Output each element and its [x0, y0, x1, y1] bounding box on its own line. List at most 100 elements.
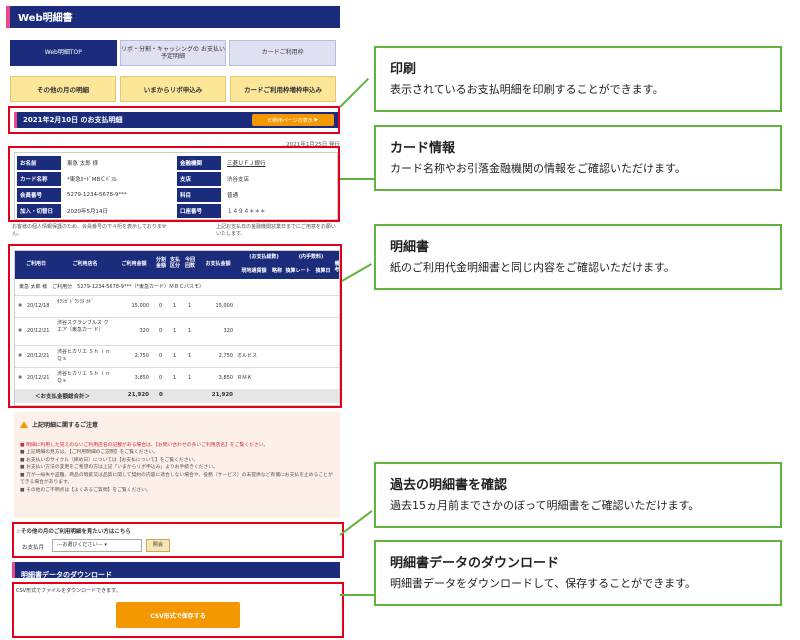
- callout-print: 印刷 表示されているお支払明細を印刷することができます。: [374, 46, 782, 112]
- row-amount: 2,750: [134, 353, 149, 359]
- revolving-apply-button[interactable]: いまからリボ申込み: [120, 76, 226, 102]
- card-info-label: 金融機関: [177, 156, 221, 170]
- connector-line: [339, 78, 369, 108]
- attention-item: ■ 万が一紛失や盗難、商品の瑕疵又は品質に関して契約の内容に適合しない場合や、役…: [20, 472, 333, 486]
- row-pay: 3,850: [218, 375, 233, 381]
- attention-item-text: 上記明細の見方は、【ご利用明細のご説明】をご覧ください。: [26, 450, 158, 456]
- download-title: 明細書データのダウンロード: [21, 571, 112, 579]
- card-info-value: *東急ｶｰﾄﾞMBＣﾊﾞｽﾙ: [67, 177, 117, 183]
- col-rate-date: 換算日: [315, 268, 331, 274]
- row-mark: #: [18, 353, 23, 359]
- warning-icon: [20, 421, 28, 428]
- callout-title: 過去の明細書を確認: [390, 478, 508, 493]
- statement-row: # 20/12/18 ﾎｸｼｶﾞﾄﾞｳｼﾗﾇ ｶﾄﾞ 15,000 0 1 1 …: [15, 295, 339, 317]
- attention-item-text: 万が一紛失や盗難、商品の瑕疵又は品質に関して契約の内容に適合しない場合や、役務（…: [20, 472, 333, 486]
- card-info-value: 普通: [227, 193, 239, 199]
- row-division: 0: [159, 353, 163, 359]
- attention-item-text: お支払い方法の変更をご希望の方は上記「いまからリボ申込み」よりお手続きください。: [26, 465, 218, 471]
- row-division: 0: [159, 303, 163, 309]
- card-info-label: 支店: [177, 172, 221, 186]
- row-kbn: 1: [173, 328, 177, 334]
- attention-item: ■ 上記明細の見方は、【ご利用明細のご説明】をご覧ください。: [20, 450, 158, 456]
- action-buttons: その他の月の明細 いまからリボ申込み カードご利用枠増枠申込み: [10, 76, 336, 102]
- callout-title: カード情報: [390, 141, 456, 156]
- row-store: 渋谷ヒカリエ Ｓｈ ｉｎＱｓ: [57, 349, 111, 362]
- card-info-value[interactable]: 三菱ＵＦＪ銀行: [221, 156, 331, 170]
- connector-line: [339, 510, 373, 536]
- callout-title: 明細書: [390, 240, 430, 255]
- web-statement-page: Web明細書 Web明細TOP リボ・分割・キャッシングの お支払い予定明細 カ…: [6, 6, 344, 638]
- other-months-button[interactable]: その他の月の明細: [10, 76, 116, 102]
- row-count: 1: [188, 375, 192, 381]
- callout-title: 明細書データのダウンロード: [390, 556, 560, 571]
- col-local-currency: 現地通貨額: [241, 268, 267, 274]
- card-info-label: 会員番号: [17, 188, 61, 202]
- row-pay: 15,000: [215, 303, 234, 309]
- row-date: 20/12/21: [27, 328, 50, 334]
- history-selector: ☆その他の月のご利用明細を見たい方はこちら お支払月 ---お選びください---…: [12, 522, 344, 558]
- callout-history: 過去の明細書を確認 過去15ヵ月前までさかのぼって明細書をご確認いただけます。: [374, 462, 782, 528]
- row-date: 20/12/18: [27, 303, 50, 309]
- history-inquiry-button[interactable]: 照会: [146, 539, 170, 552]
- attention-item-text: お支払いのサイクル（締め日）については【お支払について】をご覧ください。: [26, 457, 199, 463]
- row-date: 20/12/21: [27, 353, 50, 359]
- row-kbn: 1: [173, 303, 177, 309]
- limit-increase-button[interactable]: カードご利用枠増枠申込み: [230, 76, 336, 102]
- card-info-row: 加入・切替日 2020年5月14日 口座番号 １４９４＊＊＊: [17, 203, 331, 219]
- csv-save-button[interactable]: CSV形式で保存する: [116, 602, 240, 628]
- callout-description: 表示されているお支払明細を印刷することができます。: [390, 83, 664, 96]
- payment-note: 上記お支払日の金融機関窓業日までにご用意をお願いいたします。: [216, 224, 336, 237]
- col-count: 今回 回数: [184, 257, 195, 269]
- callout-description: 紙のご利用代金明細書と同じ内容をご確認いただけます。: [390, 261, 675, 274]
- row-division: 0: [159, 375, 163, 381]
- attention-list: ■ 明細に利用した覚えのないご利用店名の記載がある場合は、【お問い合わせの多いご…: [20, 442, 334, 494]
- row-store: ﾎｸｼｶﾞﾄﾞｳｼﾗﾇ ｶﾄﾞ: [57, 299, 94, 305]
- statement-row: # 20/12/21 渋谷ヒカリエ Ｓｈ ｉｎＱｓ 3,850 0 1 1 3,…: [15, 367, 339, 389]
- row-kbn: 1: [173, 353, 177, 359]
- card-number-note: お客様の個人情報保護のため、会員番号の下４桁を表示しておりません。: [12, 224, 167, 237]
- payment-month-select[interactable]: ---お選びください--- ▾: [52, 539, 142, 552]
- card-info-value: 5279-1234-5678-9***: [67, 192, 127, 198]
- statement-owner: 東急 太郎 様 ご利用分 5279-1234-5678-9***（*東急カード）…: [19, 284, 204, 290]
- col-abbrev: 略称: [271, 268, 282, 274]
- card-info-label: 口座番号: [177, 204, 221, 218]
- card-info-label: カード名称: [17, 172, 61, 186]
- col-rate: 換算レート: [285, 268, 311, 274]
- row-division: 0: [159, 328, 163, 334]
- attention-item: ■ 明細に利用した覚えのないご利用店名の記載がある場合は、【お問い合わせの多いご…: [20, 443, 269, 448]
- payment-month-select-value: ---お選びください---: [57, 542, 103, 548]
- card-info-row: お名前 東急 太郎 様 金融機関 三菱ＵＦＪ銀行: [17, 155, 331, 171]
- callout-download: 明細書データのダウンロード 明細書データをダウンロードして、保存することができま…: [374, 540, 782, 606]
- statement-table-header: ご利用日 ご利用店名 ご利用金額 分割 金額 支払 区分 今回 回数 お支払金額…: [15, 251, 340, 279]
- callout-description: 過去15ヵ月前までさかのぼって明細書をご確認いただけます。: [390, 499, 700, 512]
- col-remarks: 備考: [334, 261, 340, 273]
- attention-item-text: 明細に利用した覚えのないご利用店名の記載がある場合は、【お問い合わせの多いご利用…: [26, 443, 269, 448]
- tab-web-top[interactable]: Web明細TOP: [10, 40, 117, 66]
- row-mark: #: [18, 375, 23, 381]
- row-mark: #: [18, 303, 23, 309]
- page-title: Web明細書: [18, 13, 73, 24]
- card-info-label: お名前: [17, 156, 61, 170]
- total-division: 0: [159, 392, 163, 398]
- print-page-button[interactable]: 印刷用ページの表示 ▶: [252, 114, 334, 126]
- row-amount: 3,850: [134, 375, 149, 381]
- download-bar: 明細書データのダウンロード: [12, 562, 340, 579]
- attention-item: ■ お支払いのサイクル（締め日）については【お支払について】をご覧ください。: [20, 457, 199, 463]
- row-count: 1: [188, 328, 192, 334]
- col-fee: (内手数料): [298, 254, 324, 260]
- attention-box: 上記明細に関するご注意 ■ 明細に利用した覚えのないご利用店名の記載がある場合は…: [14, 412, 340, 518]
- col-amount: ご利用金額: [121, 261, 147, 267]
- statement-date-bar: 2021年2月10日 のお支払明細 印刷用ページの表示 ▶: [14, 112, 338, 128]
- card-info-value: １４９４＊＊＊: [227, 209, 266, 215]
- card-info-label: 科目: [177, 188, 221, 202]
- callout-card-info: カード情報 カード名称やお引落金融機関の情報をご確認いただけます。: [374, 125, 782, 191]
- attention-heading: 上記明細に関するご注意: [20, 420, 98, 429]
- total-amount: 21,920: [127, 392, 149, 398]
- row-pay: 320: [223, 328, 233, 334]
- card-info-row: 会員番号 5279-1234-5678-9*** 科目 普通: [17, 187, 331, 203]
- attention-item: ■ お支払い方法の変更をご希望の方は上記「いまからリボ申込み」よりお手続きくださ…: [20, 465, 218, 471]
- tab-revolving-schedule[interactable]: リボ・分割・キャッシングの お支払い予定明細: [119, 40, 227, 66]
- card-info-value: 2020年5月14日: [67, 209, 108, 215]
- row-kbn: 1: [173, 375, 177, 381]
- tab-card-limit[interactable]: カードご利用枠: [229, 40, 337, 66]
